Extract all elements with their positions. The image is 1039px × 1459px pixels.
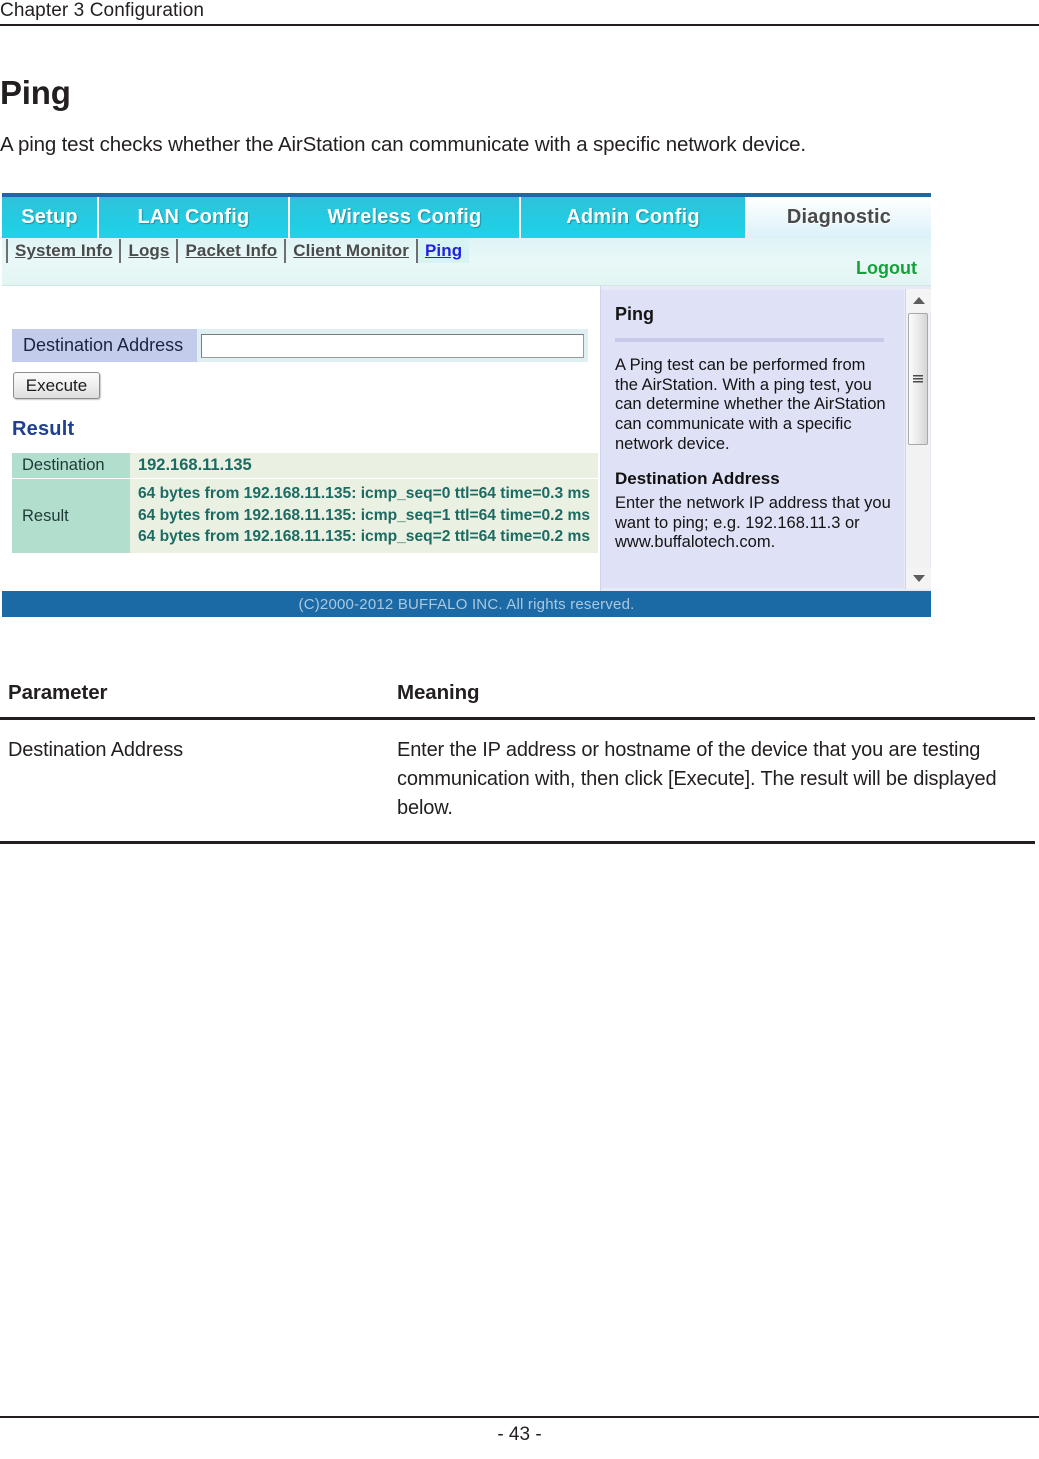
page-title: Ping xyxy=(0,74,71,111)
destination-address-input-cell xyxy=(197,329,588,362)
sub-tab-bar: System Info Logs Packet Info Client Moni… xyxy=(2,238,931,286)
table-header-row: Parameter Meaning xyxy=(0,673,1035,720)
subtab-packet-info[interactable]: Packet Info xyxy=(178,239,287,263)
result-destination-label: Destination xyxy=(12,453,130,479)
tab-admin-config-label: Admin Config xyxy=(566,206,700,228)
destination-address-label: Destination Address xyxy=(12,329,197,362)
tab-lan-config[interactable]: LAN Config xyxy=(99,197,290,238)
tab-diagnostic[interactable]: Diagnostic xyxy=(747,197,931,238)
tab-wireless-config[interactable]: Wireless Config xyxy=(290,197,521,238)
result-heading: Result xyxy=(12,418,75,440)
main-tab-bar: Setup LAN Config Wireless Config Admin C… xyxy=(2,197,931,238)
column-header-parameter: Parameter xyxy=(0,673,389,720)
help-paragraph: A Ping test can be performed from the Ai… xyxy=(615,356,886,453)
ping-result-table: Destination 192.168.11.135 Result 64 byt… xyxy=(12,453,598,555)
subtab-logs[interactable]: Logs xyxy=(121,239,179,263)
screenshot-body: Destination Address Execute Result Desti… xyxy=(2,286,931,592)
destination-address-input[interactable] xyxy=(201,333,584,358)
help-subtitle: Destination Address xyxy=(615,469,780,489)
help-scrollbar[interactable] xyxy=(905,289,931,589)
cell-meaning: Enter the IP address or hostname of the … xyxy=(389,718,1035,844)
cell-parameter: Destination Address xyxy=(0,718,389,844)
tab-setup-label: Setup xyxy=(21,206,78,228)
ping-reply-line: 64 bytes from 192.168.11.135: icmp_seq=1… xyxy=(137,506,590,524)
ping-form-pane: Destination Address Execute Result Desti… xyxy=(2,286,600,592)
column-header-meaning: Meaning xyxy=(389,673,1035,720)
table-row: Destination Address Enter the IP address… xyxy=(0,718,1035,844)
help-subparagraph: Enter the network IP address that you wa… xyxy=(615,494,891,552)
subtab-ping[interactable]: Ping xyxy=(417,239,470,263)
tab-setup[interactable]: Setup xyxy=(2,197,99,238)
table-row: Result 64 bytes from 192.168.11.135: icm… xyxy=(12,478,598,555)
running-head-rule xyxy=(0,24,1039,26)
tab-diagnostic-label: Diagnostic xyxy=(786,206,892,228)
help-title: Ping xyxy=(615,304,654,324)
tab-wireless-config-label: Wireless Config xyxy=(327,206,482,228)
tab-lan-config-label: LAN Config xyxy=(137,206,250,228)
grip-icon xyxy=(913,374,923,384)
scrollbar-thumb[interactable] xyxy=(908,313,928,445)
ping-reply-line: 64 bytes from 192.168.11.135: icmp_seq=0… xyxy=(137,485,590,502)
help-divider xyxy=(615,338,884,342)
triangle-down-icon xyxy=(912,574,925,582)
running-head: Chapter 3 Configuration xyxy=(0,0,205,21)
subtab-client-monitor[interactable]: Client Monitor xyxy=(286,239,418,263)
intro-paragraph: A ping test checks whether the AirStatio… xyxy=(0,133,806,156)
result-output-label: Result xyxy=(12,478,130,555)
sub-tab-list: System Info Logs Packet Info Client Moni… xyxy=(6,239,470,263)
destination-address-row: Destination Address xyxy=(12,329,588,362)
scroll-up-arrow-icon[interactable] xyxy=(906,289,931,311)
result-output-value: 64 bytes from 192.168.11.135: icmp_seq=0… xyxy=(129,478,598,555)
subtab-system-info[interactable]: System Info xyxy=(6,239,122,263)
ping-reply-line: 64 bytes from 192.168.11.135: icmp_seq=2… xyxy=(137,528,590,546)
logout-link[interactable]: Logout xyxy=(856,258,917,279)
tab-admin-config[interactable]: Admin Config xyxy=(521,197,747,238)
triangle-up-icon xyxy=(912,296,925,304)
router-ui-screenshot: Setup LAN Config Wireless Config Admin C… xyxy=(2,193,931,617)
result-destination-value: 192.168.11.135 xyxy=(129,453,598,479)
page-number: - 43 - xyxy=(497,1424,542,1445)
execute-button[interactable]: Execute xyxy=(13,372,100,399)
parameter-meaning-table: Parameter Meaning Destination Address En… xyxy=(0,673,1035,844)
help-pane: Ping A Ping test can be performed from t… xyxy=(600,286,931,592)
scroll-down-arrow-icon[interactable] xyxy=(906,567,931,589)
table-row: Destination 192.168.11.135 xyxy=(12,453,598,479)
help-content: Ping A Ping test can be performed from t… xyxy=(601,290,904,588)
copyright-bar: (C)2000-2012 BUFFALO INC. All rights res… xyxy=(2,591,931,617)
footer-rule xyxy=(0,1416,1039,1418)
